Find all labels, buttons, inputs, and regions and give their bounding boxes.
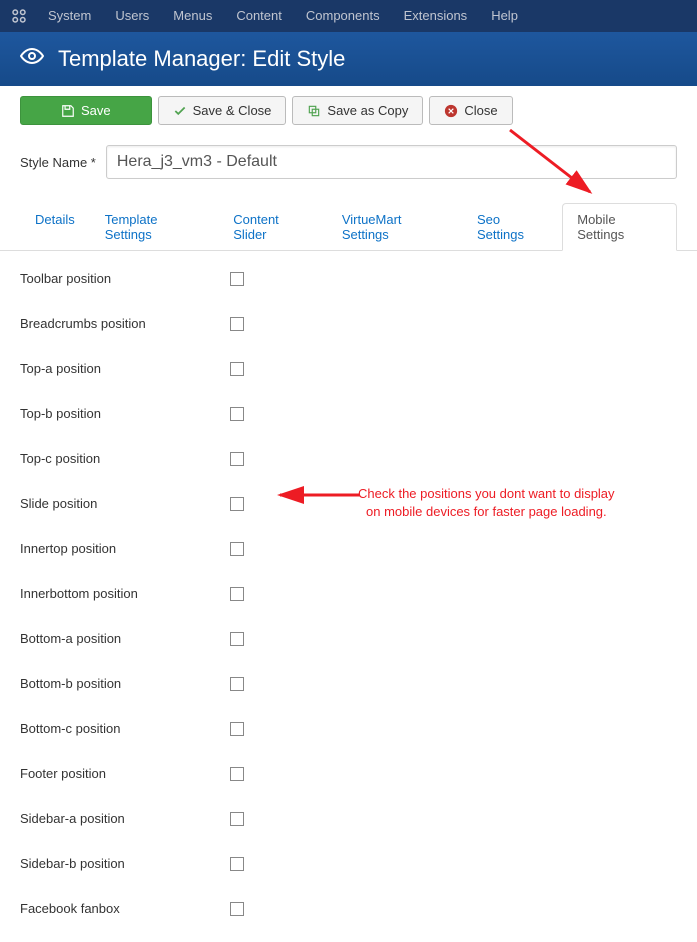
tab-mobile-settings[interactable]: Mobile Settings [562,203,677,251]
save-copy-button[interactable]: Save as Copy [292,96,423,125]
close-label: Close [464,103,497,118]
menu-components[interactable]: Components [294,0,392,32]
setting-row: Innertop position [20,541,677,556]
save-button[interactable]: Save [20,96,152,125]
annotation-text: Check the positions you dont want to dis… [358,485,615,521]
setting-label: Sidebar-a position [20,811,230,826]
cancel-icon [444,104,458,118]
checkbox-breadcrumbs-position[interactable] [230,317,244,331]
menu-menus[interactable]: Menus [161,0,224,32]
setting-label: Breadcrumbs position [20,316,230,331]
top-menu-list: System Users Menus Content Components Ex… [36,0,530,32]
checkbox-facebook-fanbox[interactable] [230,902,244,916]
menu-extensions[interactable]: Extensions [392,0,480,32]
setting-row: Bottom-a position [20,631,677,646]
setting-label: Innertop position [20,541,230,556]
style-name-input[interactable] [106,145,677,179]
save-close-button[interactable]: Save & Close [158,96,287,125]
menu-help[interactable]: Help [479,0,530,32]
checkbox-footer-position[interactable] [230,767,244,781]
setting-row: Bottom-c position [20,721,677,736]
setting-row: Bottom-b position [20,676,677,691]
save-close-label: Save & Close [193,103,272,118]
apply-icon [61,104,75,118]
save-label: Save [81,103,111,118]
setting-label: Bottom-a position [20,631,230,646]
setting-label: Innerbottom position [20,586,230,601]
page-title: Template Manager: Edit Style [58,46,345,72]
setting-row: Breadcrumbs position [20,316,677,331]
setting-row: Innerbottom position [20,586,677,601]
action-toolbar: Save Save & Close Save as Copy Close [0,86,697,135]
checkbox-top-a-position[interactable] [230,362,244,376]
joomla-logo-icon [8,5,30,27]
annotation-line1: Check the positions you dont want to dis… [358,486,615,501]
checkbox-sidebar-a-position[interactable] [230,812,244,826]
checkbox-sidebar-b-position[interactable] [230,857,244,871]
checkbox-slide-position[interactable] [230,497,244,511]
setting-label: Toolbar position [20,271,230,286]
checkbox-top-b-position[interactable] [230,407,244,421]
menu-content[interactable]: Content [224,0,294,32]
checkbox-innerbottom-position[interactable] [230,587,244,601]
copy-icon [307,104,321,118]
checkbox-top-c-position[interactable] [230,452,244,466]
setting-label: Bottom-c position [20,721,230,736]
setting-label: Bottom-b position [20,676,230,691]
tab-virtuemart-settings[interactable]: VirtueMart Settings [327,203,462,251]
mobile-settings-panel: Toolbar position Breadcrumbs position To… [0,251,697,942]
setting-label: Footer position [20,766,230,781]
menu-system[interactable]: System [36,0,103,32]
menu-users[interactable]: Users [103,0,161,32]
setting-row: Top-a position [20,361,677,376]
close-button[interactable]: Close [429,96,512,125]
tab-seo-settings[interactable]: Seo Settings [462,203,562,251]
setting-row: Facebook fanbox [20,901,677,916]
eye-icon [20,44,44,74]
setting-label: Slide position [20,496,230,511]
setting-row: Footer position [20,766,677,781]
checkbox-bottom-b-position[interactable] [230,677,244,691]
tab-content-slider[interactable]: Content Slider [218,203,327,251]
check-icon [173,104,187,118]
style-name-label: Style Name * [20,155,96,170]
setting-row: Toolbar position [20,271,677,286]
setting-label: Facebook fanbox [20,901,230,916]
setting-row: Sidebar-a position [20,811,677,826]
setting-label: Top-c position [20,451,230,466]
top-menubar: System Users Menus Content Components Ex… [0,0,697,32]
setting-label: Top-b position [20,406,230,421]
checkbox-bottom-a-position[interactable] [230,632,244,646]
setting-row: Top-c position [20,451,677,466]
tabs-bar: Details Template Settings Content Slider… [0,203,697,251]
annotation-line2: on mobile devices for faster page loadin… [358,504,607,519]
setting-row: Top-b position [20,406,677,421]
tab-details[interactable]: Details [20,203,90,251]
checkbox-toolbar-position[interactable] [230,272,244,286]
setting-label: Top-a position [20,361,230,376]
tab-template-settings[interactable]: Template Settings [90,203,219,251]
save-copy-label: Save as Copy [327,103,408,118]
page-header: Template Manager: Edit Style [0,32,697,86]
setting-row: Sidebar-b position [20,856,677,871]
checkbox-bottom-c-position[interactable] [230,722,244,736]
setting-label: Sidebar-b position [20,856,230,871]
checkbox-innertop-position[interactable] [230,542,244,556]
form-area: Style Name * [0,135,697,197]
